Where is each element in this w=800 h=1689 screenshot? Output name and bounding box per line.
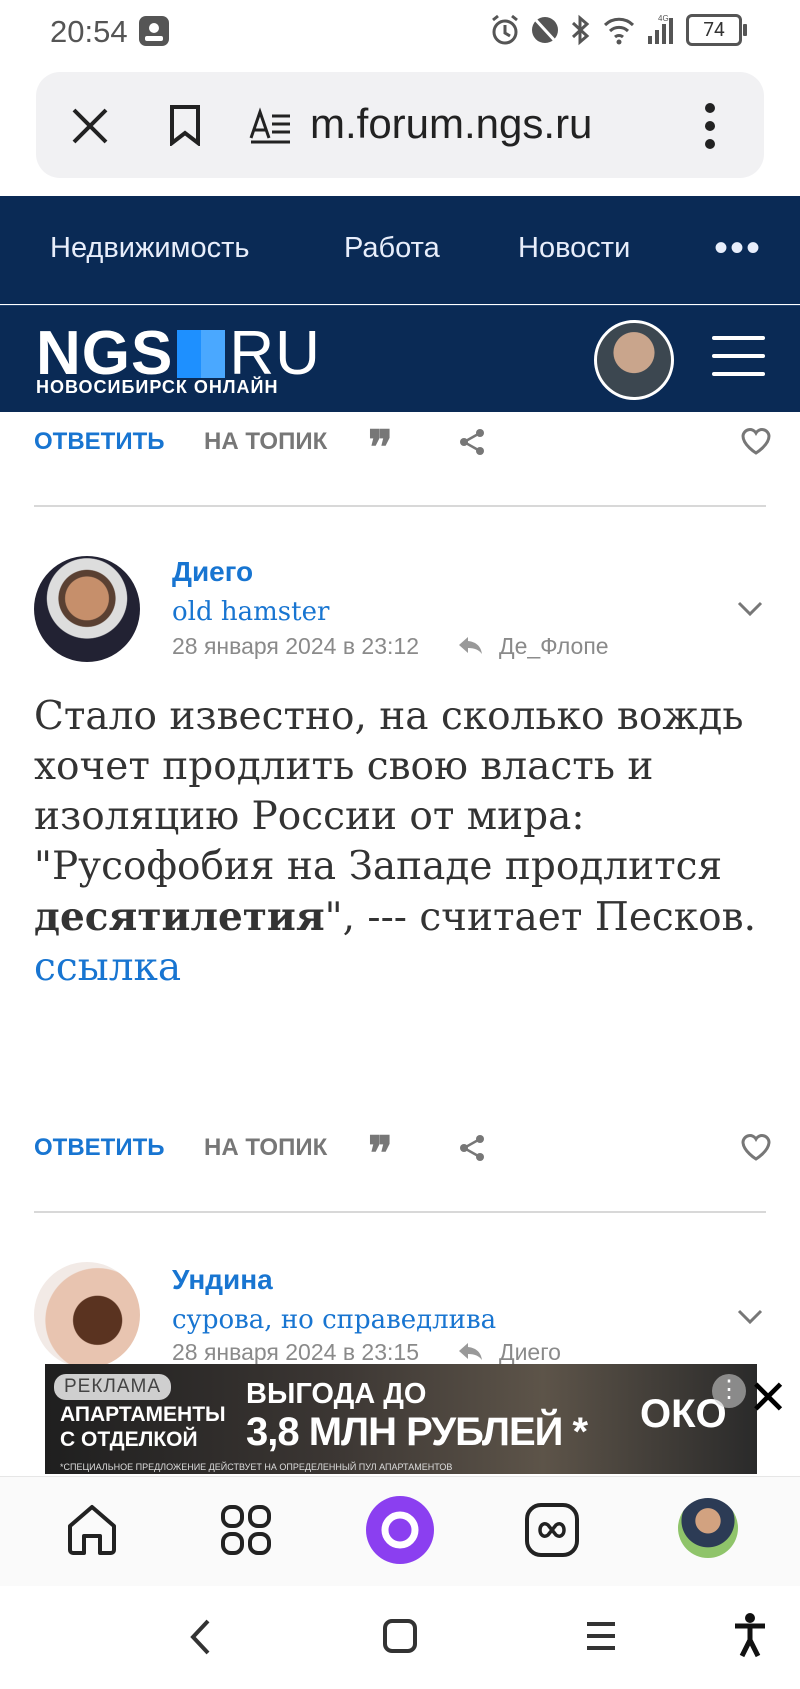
status-bar: 20:54 4G 74	[0, 0, 800, 64]
like-icon[interactable]	[740, 426, 772, 456]
post-body: Стало известно, на сколько вождь хочет п…	[34, 692, 774, 993]
logo-subtitle: НОВОСИБИРСК ОНЛАЙН	[36, 377, 279, 397]
svg-text:4G: 4G	[658, 14, 669, 23]
quote-icon[interactable]: ❞	[368, 1126, 393, 1180]
wifi-icon	[603, 17, 635, 45]
reply-arrow-icon	[456, 1339, 484, 1367]
quote-icon[interactable]: ❞	[368, 420, 393, 474]
recents-icon[interactable]	[584, 1620, 618, 1652]
post-author-rank: сурова, но справедлива	[172, 1305, 497, 1335]
post-actions: ОТВЕТИТЬ НА ТОПИК ❞	[0, 1126, 800, 1180]
status-icons: 4G 74	[490, 14, 750, 46]
nav-item-realty[interactable]: Недвижимость	[50, 232, 250, 265]
ad-headline-1: ВЫГОДА ДО	[246, 1378, 427, 1410]
home-square-icon[interactable]	[382, 1618, 418, 1654]
user-avatar[interactable]	[594, 320, 674, 400]
profile-avatar[interactable]	[678, 1498, 738, 1558]
bluetooth-icon	[571, 14, 590, 46]
nav-more-icon[interactable]: •••	[714, 226, 762, 271]
separator	[34, 1211, 766, 1213]
post-reply-to[interactable]: Диего	[499, 1339, 561, 1366]
alice-assistant-icon[interactable]	[364, 1494, 436, 1566]
ad-left-text: АПАРТАМЕНТЫ С ОТДЕЛКОЙ	[60, 1402, 226, 1452]
like-icon[interactable]	[740, 1132, 772, 1162]
to-topic-button[interactable]: НА ТОПИК	[204, 1134, 327, 1162]
battery-icon: 74	[686, 14, 747, 46]
nav-item-jobs[interactable]: Работа	[344, 232, 440, 265]
site-top-nav: Недвижимость Работа Новости •••	[0, 196, 800, 304]
post-text-2: "Русофобия на Западе продлится	[34, 844, 723, 889]
post-author-rank: old hamster	[172, 597, 330, 627]
accessibility-icon[interactable]	[732, 1612, 768, 1658]
reply-arrow-icon	[456, 633, 484, 661]
reply-button[interactable]: ОТВЕТИТЬ	[34, 1134, 165, 1162]
post-actions: ОТВЕТИТЬ НА ТОПИК ❞	[0, 420, 800, 474]
post-author-name[interactable]: Диего	[172, 556, 253, 588]
post-date: 28 января 2024 в 23:12	[172, 633, 419, 659]
chevron-down-icon[interactable]	[736, 1302, 764, 1330]
battery-level: 74	[703, 18, 725, 41]
chevron-down-icon[interactable]	[736, 594, 764, 622]
reply-button[interactable]: ОТВЕТИТЬ	[34, 428, 165, 456]
ad-left-line2: С ОТДЕЛКОЙ	[60, 1428, 198, 1451]
ad-fine-print: *СПЕЦИАЛЬНОЕ ПРЕДЛОЖЕНИЕ ДЕЙСТВУЕТ НА ОП…	[60, 1462, 453, 1472]
post-link[interactable]: ссылка	[34, 945, 181, 990]
post-text-3: ", --- считает Песков.	[324, 895, 756, 940]
screen-record-icon	[137, 14, 171, 52]
post-author-avatar[interactable]	[34, 556, 140, 662]
back-icon[interactable]	[188, 1617, 212, 1657]
tabs-switcher-icon[interactable]	[524, 1502, 580, 1558]
reader-mode-icon[interactable]	[248, 104, 292, 150]
post-author-name[interactable]: Ундина	[172, 1264, 273, 1296]
signal-icon: 4G	[648, 14, 673, 44]
post-text-bold: десятилетия	[34, 894, 325, 940]
post-date: 28 января 2024 в 23:15	[172, 1339, 419, 1365]
ad-left-line1: АПАРТАМЕНТЫ	[60, 1403, 226, 1426]
bookmark-icon[interactable]	[168, 104, 202, 150]
separator	[34, 505, 766, 507]
home-icon[interactable]	[64, 1502, 120, 1556]
nav-item-news[interactable]: Новости	[518, 232, 630, 265]
post-text-1: Стало известно, на сколько вождь хочет п…	[34, 694, 744, 839]
ad-menu-icon[interactable]: ⋮	[712, 1374, 746, 1408]
nfc-off-icon	[532, 16, 558, 44]
url-text[interactable]: m.forum.ngs.ru	[310, 100, 592, 148]
close-tab-icon[interactable]	[70, 106, 110, 150]
status-time: 20:54	[50, 14, 128, 49]
ad-headline-2: 3,8 МЛН РУБЛЕЙ *	[246, 1410, 588, 1454]
alarm-icon	[492, 14, 518, 45]
ad-label: РЕКЛАМА	[54, 1374, 172, 1400]
post-reply-to[interactable]: Де_Флопе	[499, 633, 609, 660]
more-menu-icon[interactable]	[702, 102, 718, 154]
share-icon[interactable]	[458, 428, 486, 456]
post-author-avatar[interactable]	[34, 1262, 140, 1368]
logo-square-icon	[177, 330, 226, 378]
share-icon[interactable]	[458, 1134, 486, 1162]
services-grid-icon[interactable]	[220, 1504, 272, 1556]
hamburger-menu-icon[interactable]	[712, 336, 765, 376]
to-topic-button[interactable]: НА ТОПИК	[204, 428, 327, 456]
ad-close-icon[interactable]: ✕	[748, 1374, 788, 1422]
